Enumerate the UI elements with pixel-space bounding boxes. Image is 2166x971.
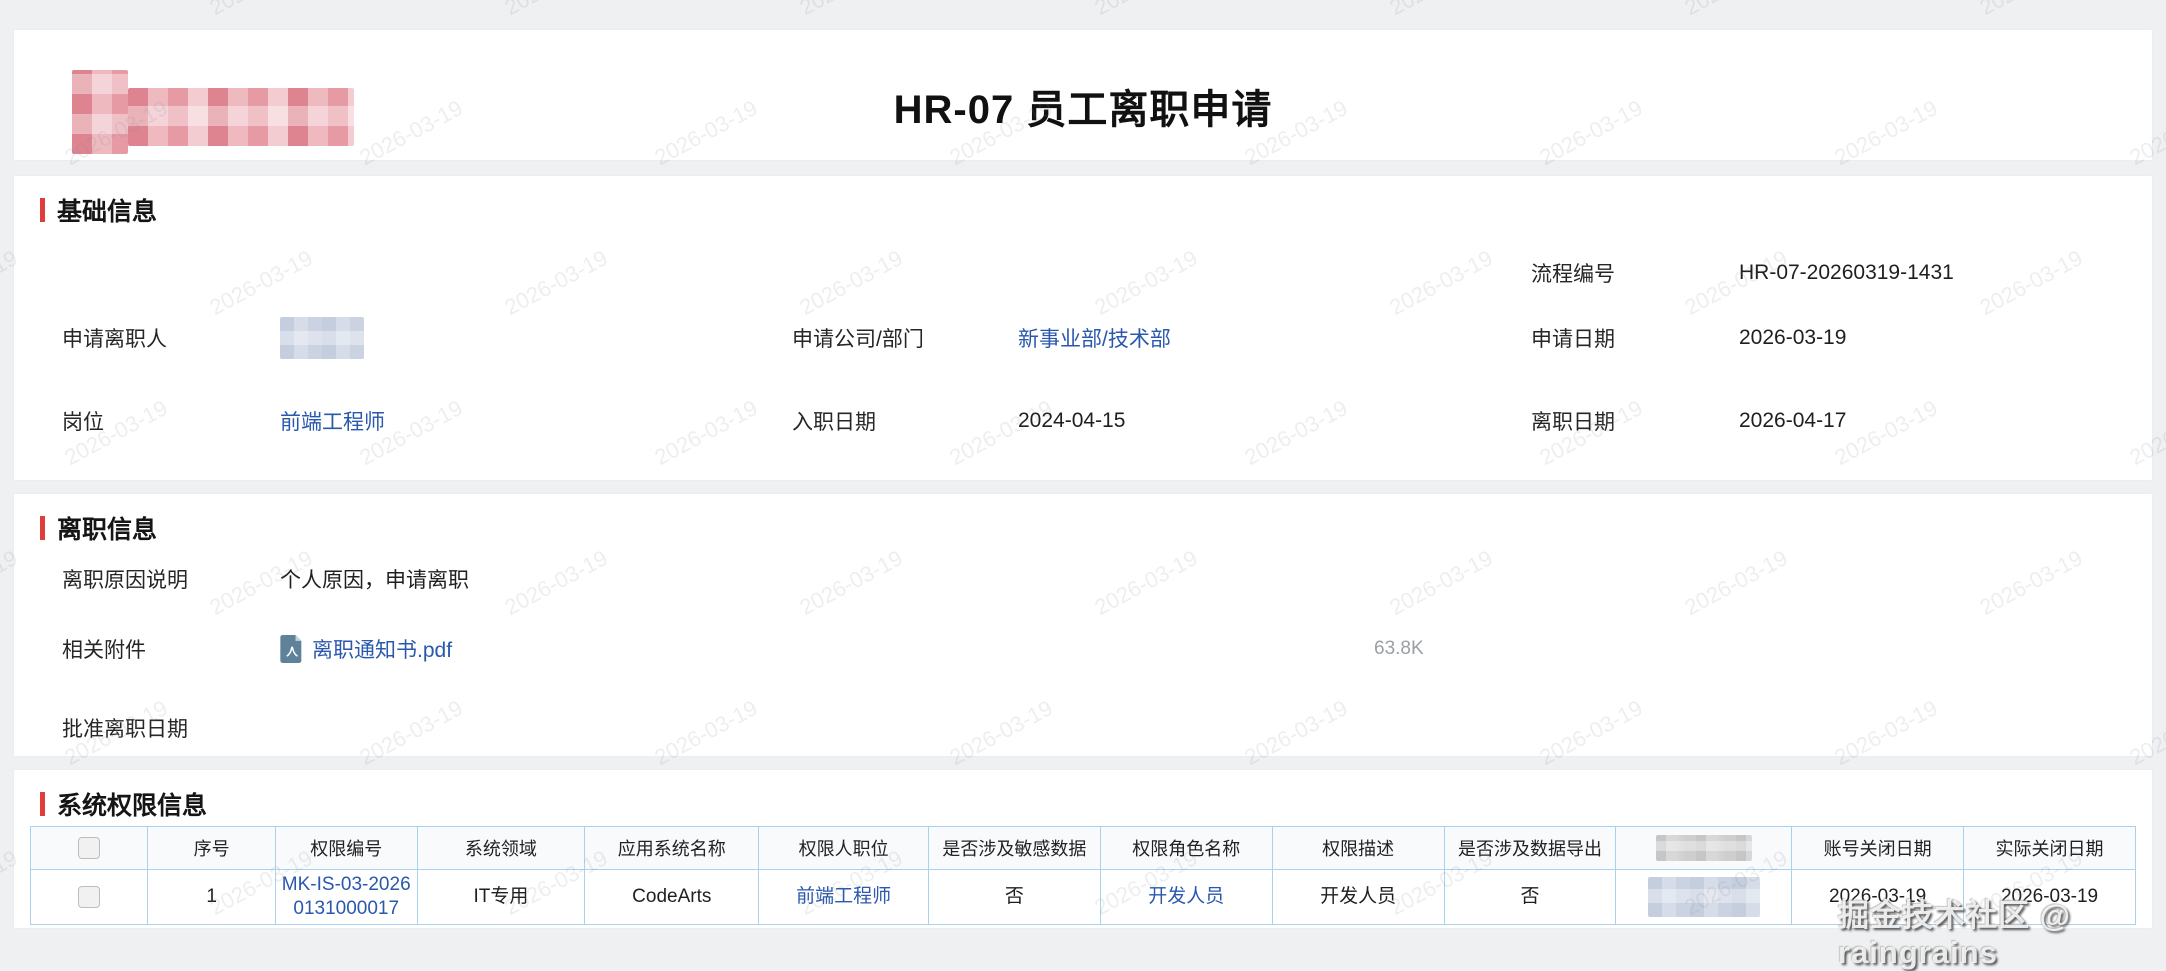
col-header-role: 权限角色名称	[1100, 827, 1272, 870]
col-header-select	[31, 827, 148, 870]
permissions-table-header: 序号权限编号系统领域应用系统名称权限人职位是否涉及敏感数据权限角色名称权限描述是…	[31, 827, 2136, 870]
pdf-file-icon	[280, 635, 304, 663]
field-label: 离职日期	[1531, 406, 1739, 436]
section-accent-bar	[40, 198, 45, 222]
position-link[interactable]: 前端工程师	[796, 886, 891, 907]
col-header-export: 是否涉及数据导出	[1444, 827, 1616, 870]
permissions-table: 序号权限编号系统领域应用系统名称权限人职位是否涉及敏感数据权限角色名称权限描述是…	[30, 826, 2136, 925]
basic-info-section: 基础信息 流程编号 HR-07-20260319-1431 申请离职人 申请公司…	[14, 176, 2152, 480]
apply-date-value: 2026-03-19	[1739, 326, 1846, 350]
permissions-section-title: 系统权限信息	[40, 786, 207, 822]
field-leave-date: 离职日期 2026-04-17	[1531, 406, 1846, 436]
field-applicant: 申请离职人	[62, 317, 364, 359]
redacted-cell-value	[1648, 877, 1760, 917]
field-attachment: 相关附件 离职通知书.pdf 63.8K	[62, 634, 2132, 664]
cell-desc: 开发人员	[1272, 870, 1444, 925]
field-resign-reason: 离职原因说明 个人原因，申请离职	[62, 564, 469, 594]
app-value: CodeArts	[632, 886, 711, 907]
system-permissions-section: 系统权限信息 序号权限编号系统领域应用系统名称权限人职位是否涉及敏感数据权限角色…	[14, 770, 2152, 928]
diagonal-watermark-text: 2026-03-19	[205, 0, 317, 21]
field-label: 岗位	[62, 406, 280, 436]
field-label: 入职日期	[792, 406, 1018, 436]
cell-close_date: 2026-03-19	[1792, 870, 1964, 925]
col-header-position: 权限人职位	[759, 827, 929, 870]
entry-date-value: 2024-04-15	[1018, 409, 1125, 433]
attachment-filename: 离职通知书.pdf	[312, 634, 452, 664]
row-select-checkbox[interactable]	[78, 886, 100, 908]
resign-info-section: 离职信息 离职原因说明 个人原因，申请离职 相关附件 离职通知书.pdf 63.…	[14, 494, 2152, 756]
field-process-no: 流程编号 HR-07-20260319-1431	[1531, 258, 1954, 288]
cell-select	[31, 870, 148, 925]
perm_no-link[interactable]: MK-IS-03-20260131000017	[282, 874, 411, 919]
form-header-card: HR-07 员工离职申请	[14, 30, 2152, 160]
col-header-domain: 系统领域	[417, 827, 585, 870]
section-title-text: 离职信息	[57, 510, 157, 546]
cell-perm_no: MK-IS-03-20260131000017	[275, 870, 417, 925]
field-label: 申请离职人	[62, 323, 280, 353]
field-label: 相关附件	[62, 634, 280, 664]
close_date-value: 2026-03-19	[1829, 886, 1926, 907]
cell-app: CodeArts	[585, 870, 759, 925]
company-dept-link[interactable]: 新事业部/技术部	[1018, 323, 1171, 353]
desc-value: 开发人员	[1320, 886, 1396, 907]
field-position: 岗位 前端工程师	[62, 406, 385, 436]
basic-info-section-title: 基础信息	[40, 192, 157, 228]
section-accent-bar	[40, 516, 45, 540]
page-title: HR-07 员工离职申请	[14, 77, 2152, 135]
resign-reason-value: 个人原因，申请离职	[280, 564, 469, 594]
cell-domain: IT专用	[417, 870, 585, 925]
table-row: 1 MK-IS-03-20260131000017 IT专用 CodeArts 前端工程…	[31, 870, 2136, 925]
field-label: 申请日期	[1531, 323, 1739, 353]
attachment-file-size: 63.8K	[1374, 638, 1424, 660]
field-approved-date: 批准离职日期	[62, 713, 280, 743]
role-link[interactable]: 开发人员	[1148, 886, 1224, 907]
col-header-sensitive: 是否涉及敏感数据	[929, 827, 1101, 870]
resign-info-section-title: 离职信息	[40, 510, 157, 546]
field-label: 申请公司/部门	[792, 323, 1018, 353]
diagonal-watermark-text: 2026-03-19	[1680, 0, 1792, 21]
sensitive-value: 否	[1005, 886, 1024, 907]
cell-seq: 1	[148, 870, 276, 925]
col-header-perm_no: 权限编号	[275, 827, 417, 870]
col-header-actual_close_date: 实际关闭日期	[1964, 827, 2136, 870]
export-value: 否	[1520, 886, 1539, 907]
diagonal-watermark-text: 2026-03-19	[500, 0, 612, 21]
col-header-seq: 序号	[148, 827, 276, 870]
field-label: 离职原因说明	[62, 564, 280, 594]
col-header-desc: 权限描述	[1272, 827, 1444, 870]
permissions-table-body: 1 MK-IS-03-20260131000017 IT专用 CodeArts 前端工程…	[31, 870, 2136, 925]
field-apply-date: 申请日期 2026-03-19	[1531, 323, 1846, 353]
cell-actual_close_date: 2026-03-19	[1964, 870, 2136, 925]
diagonal-watermark-text: 2026-03-19	[0, 0, 22, 21]
col-header-masked	[1616, 827, 1792, 870]
position-link[interactable]: 前端工程师	[280, 406, 385, 436]
diagonal-watermark-text: 2026-03-19	[795, 0, 907, 21]
field-label: 批准离职日期	[62, 713, 280, 743]
domain-value: IT专用	[473, 886, 528, 907]
attachment-link[interactable]: 离职通知书.pdf	[280, 634, 452, 664]
section-title-text: 系统权限信息	[57, 786, 207, 822]
select-all-checkbox[interactable]	[78, 837, 100, 859]
diagonal-watermark-text: 2026-03-19	[1385, 0, 1497, 21]
cell-role: 开发人员	[1100, 870, 1272, 925]
cell-export: 否	[1444, 870, 1616, 925]
redacted-column-header	[1656, 835, 1752, 861]
col-header-app: 应用系统名称	[585, 827, 759, 870]
cell-position: 前端工程师	[759, 870, 929, 925]
actual_close_date-value: 2026-03-19	[2001, 886, 2098, 907]
field-company-dept: 申请公司/部门 新事业部/技术部	[792, 323, 1171, 353]
process-no-value: HR-07-20260319-1431	[1739, 261, 1954, 285]
leave-date-value: 2026-04-17	[1739, 409, 1846, 433]
section-accent-bar	[40, 792, 45, 816]
seq-value: 1	[206, 886, 217, 907]
diagonal-watermark-text: 2026-03-19	[1090, 0, 1202, 21]
field-entry-date: 入职日期 2024-04-15	[792, 406, 1125, 436]
applicant-name-redacted	[280, 317, 364, 359]
field-label: 流程编号	[1531, 258, 1739, 288]
cell-sensitive: 否	[929, 870, 1101, 925]
col-header-close_date: 账号关闭日期	[1792, 827, 1964, 870]
diagonal-watermark-text: 2026-03-19	[1975, 0, 2087, 21]
section-title-text: 基础信息	[57, 192, 157, 228]
cell-masked	[1616, 870, 1792, 925]
